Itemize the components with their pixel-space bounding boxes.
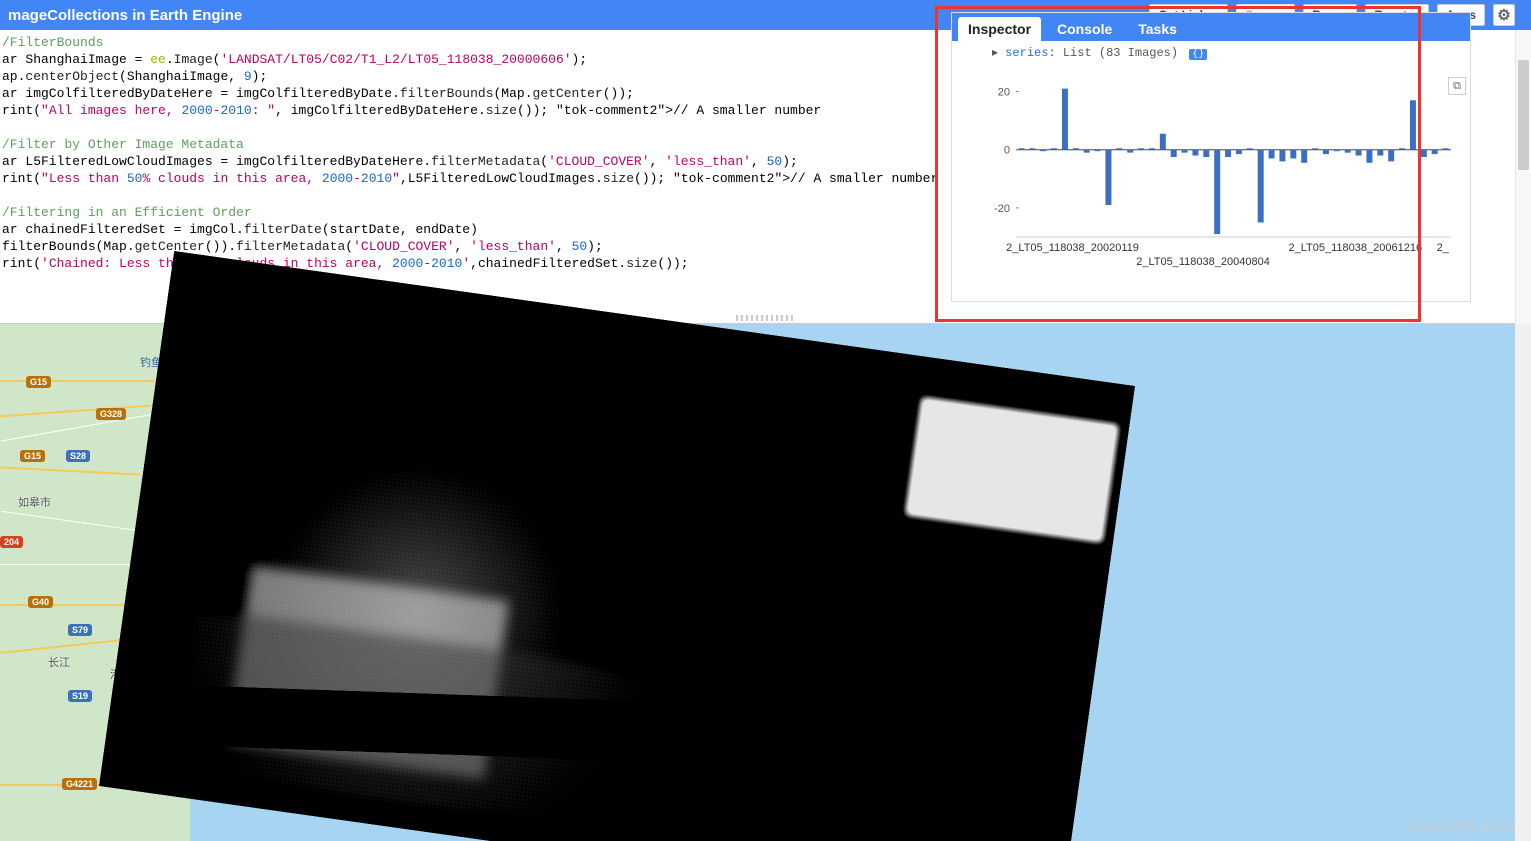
- tab-inspector[interactable]: Inspector: [958, 17, 1041, 41]
- svg-text:-20: -20: [994, 203, 1010, 215]
- tab-tasks[interactable]: Tasks: [1128, 17, 1187, 41]
- shield: G40: [28, 596, 53, 608]
- satellite-overlay: [99, 251, 1135, 841]
- series-list-row[interactable]: ▸ series: List (83 Images) {}: [992, 45, 1207, 60]
- shield: S28: [66, 450, 90, 462]
- town-label: 如皋市: [18, 494, 51, 510]
- river-label: 长江: [48, 654, 70, 670]
- tab-console[interactable]: Console: [1047, 17, 1122, 41]
- settings-gear-button[interactable]: ⚙: [1493, 4, 1515, 26]
- shield: G4221: [62, 778, 97, 790]
- svg-text:20: 20: [998, 87, 1010, 99]
- pane-resize-handle[interactable]: [736, 315, 796, 321]
- svg-text:2_LT05_118038_20061216: 2_LT05_118038_20061216: [1289, 242, 1423, 254]
- panel-tabs: Inspector Console Tasks: [952, 13, 1470, 41]
- bar-chart: 20 0 -20 2_LT05_118038_20020119 2_LT05_11803…: [992, 71, 1457, 281]
- watermark: CSDN @不止GIS: [1407, 816, 1515, 835]
- shield: S79: [68, 624, 92, 636]
- map-viewport[interactable]: G15 G328 G15 S28 204 G40 S79 S19 G4221 如…: [0, 324, 1531, 841]
- shield: G15: [26, 376, 51, 388]
- editor-scrollbar[interactable]: [1515, 30, 1531, 324]
- shield: S19: [68, 690, 92, 702]
- svg-text:2_LT05_118038_20020119: 2_LT05_118038_20020119: [1006, 242, 1139, 254]
- right-panel: Inspector Console Tasks ▸ series: List (…: [951, 12, 1471, 302]
- gear-icon: ⚙: [1497, 6, 1510, 24]
- expand-icon: ▸: [992, 46, 1005, 60]
- map-right-gutter: [1515, 324, 1531, 841]
- json-icon[interactable]: {}: [1189, 49, 1207, 60]
- shield: 204: [0, 536, 23, 548]
- svg-text:0: 0: [1004, 145, 1010, 157]
- svg-text:2_: 2_: [1437, 242, 1450, 254]
- svg-text:2_LT05_118038_20040804: 2_LT05_118038_20040804: [1136, 256, 1270, 268]
- chart-area: ▸ series: List (83 Images) {} ⧉ 200-202_…: [952, 41, 1470, 301]
- scrollbar-thumb[interactable]: [1518, 60, 1529, 170]
- shield: G328: [96, 408, 126, 420]
- shield: G15: [20, 450, 45, 462]
